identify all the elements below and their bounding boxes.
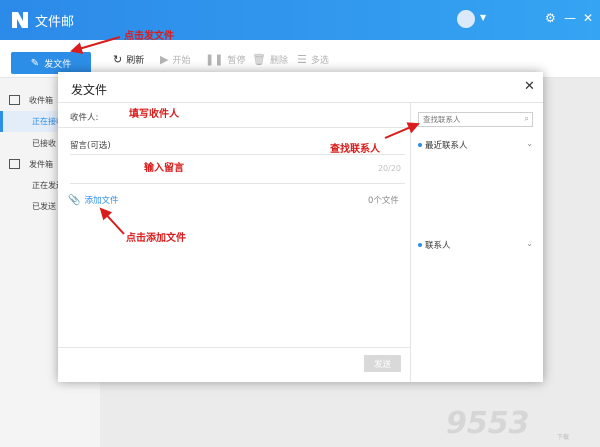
list-icon: ☰: [297, 53, 307, 66]
annotation-find-contact: 查找联系人: [330, 144, 380, 155]
bullet-icon: [418, 243, 422, 247]
annotation-click-add-file: 点击添加文件: [126, 233, 186, 244]
pause-label: 暂停: [227, 56, 246, 66]
start-button[interactable]: ▶ 开始: [160, 53, 190, 66]
delete-button[interactable]: 🗑 删除: [252, 53, 288, 66]
file-count: 0个文件: [368, 196, 399, 206]
outbox-icon: [9, 159, 20, 169]
dialog-title: 发文件: [71, 83, 108, 97]
recent-contacts-group[interactable]: 最近联系人 ⌄: [418, 139, 533, 151]
inbox-icon: [9, 95, 20, 105]
pause-button[interactable]: ❚❚ 暂停: [205, 53, 245, 66]
refresh-label: 刷新: [126, 56, 145, 66]
chevron-down-icon[interactable]: ⌄: [526, 239, 533, 248]
multiselect-label: 多选: [310, 56, 329, 66]
watermark-sub: 下载: [557, 434, 570, 441]
divider: [58, 347, 410, 348]
bullet-icon: [418, 143, 422, 147]
contacts-label: 联系人: [425, 241, 451, 251]
message-label: 留言(可选): [70, 141, 111, 151]
contacts-group[interactable]: 联系人 ⌄: [418, 239, 533, 251]
sidebar-item-label: 收件箱: [29, 96, 53, 105]
app-title: 文件邮: [35, 15, 75, 30]
refresh-icon: ↻: [113, 53, 123, 66]
sidebar-item-label: 已接收: [32, 139, 56, 148]
send-file-label: 发文件: [44, 59, 72, 70]
chevron-down-icon[interactable]: ▼: [480, 13, 486, 22]
refresh-button[interactable]: ↻ 刷新: [113, 53, 144, 66]
recipient-label: 收件人:: [70, 113, 99, 123]
play-icon: ▶: [160, 53, 169, 66]
send-file-button[interactable]: ✎ 发文件: [11, 52, 91, 74]
contacts-panel: ⌕ 最近联系人 ⌄ 联系人 ⌄: [410, 103, 543, 382]
sidebar-item-label: 已发送: [32, 202, 56, 211]
recent-contacts-label: 最近联系人: [425, 141, 468, 151]
sidebar-item-label: 发件箱: [29, 160, 53, 169]
avatar[interactable]: [457, 10, 475, 28]
annotation-click-send: 点击发文件: [124, 31, 174, 42]
start-label: 开始: [172, 56, 191, 66]
trash-icon: 🗑: [252, 53, 266, 66]
annotation-fill-recipient: 填写收件人: [129, 109, 179, 120]
contact-search[interactable]: ⌕: [418, 112, 533, 127]
delete-label: 删除: [269, 56, 288, 66]
edit-icon: ✎: [30, 57, 40, 69]
submit-button[interactable]: 发送: [364, 355, 401, 372]
search-icon[interactable]: ⌕: [525, 114, 529, 124]
divider: [58, 127, 410, 128]
pause-icon: ❚❚: [205, 53, 224, 66]
annotation-input-message: 输入留言: [144, 163, 184, 174]
message-counter: 20/20: [377, 164, 401, 173]
search-input[interactable]: [423, 114, 518, 125]
chevron-down-icon[interactable]: ⌄: [526, 139, 533, 148]
paperclip-icon: 📎: [68, 194, 81, 206]
dialog-header: 发文件 ✕: [58, 72, 543, 103]
message-input[interactable]: 20/20: [70, 154, 405, 184]
gear-icon[interactable]: ⚙: [545, 11, 556, 25]
multiselect-button[interactable]: ☰ 多选: [297, 53, 329, 66]
watermark-logo: 9553: [446, 406, 530, 441]
app-logo-icon: [12, 12, 28, 28]
title-bar: 文件邮 ▼ ⚙ — ✕: [0, 0, 600, 40]
close-icon[interactable]: ✕: [583, 11, 593, 25]
close-icon[interactable]: ✕: [524, 79, 535, 94]
add-file-link[interactable]: 📎 添加文件: [68, 194, 119, 207]
minimize-icon[interactable]: —: [564, 11, 576, 25]
add-file-label: 添加文件: [84, 196, 119, 206]
